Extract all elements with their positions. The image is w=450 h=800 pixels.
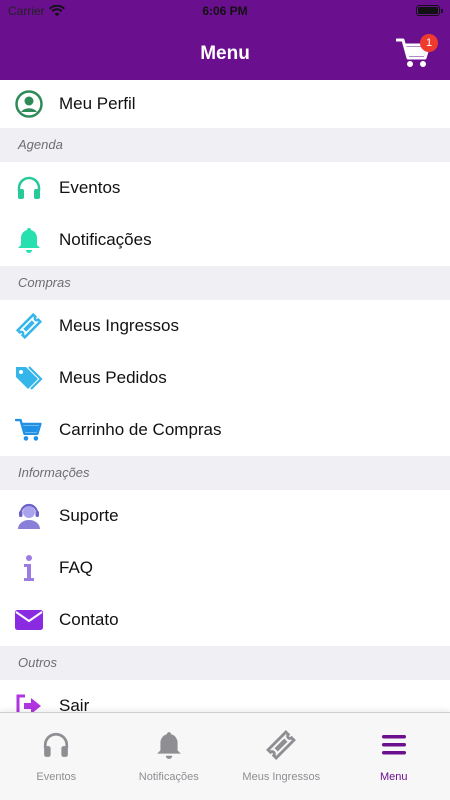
bell-icon xyxy=(153,729,185,761)
status-time: 6:06 PM xyxy=(202,4,248,18)
menu-item-label: Meus Ingressos xyxy=(59,316,179,335)
tags-icon xyxy=(14,363,44,393)
ticket-icon xyxy=(265,729,297,761)
menu-item-label: Suporte xyxy=(59,506,119,525)
cart-badge: 1 xyxy=(420,34,438,52)
nav-bar: Menu 1 xyxy=(0,22,450,80)
ticket-icon xyxy=(14,311,44,341)
menu-item-notificacoes[interactable]: Notificações xyxy=(0,214,450,266)
menu-item-meus-ingressos[interactable]: Meus Ingressos xyxy=(0,300,450,352)
menu-item-meu-perfil[interactable]: Meu Perfil xyxy=(0,80,450,128)
hamburger-icon xyxy=(378,729,410,761)
menu-item-faq[interactable]: FAQ xyxy=(0,542,450,594)
section-header-outros: Outros xyxy=(0,646,450,680)
section-header-informacoes: Informações xyxy=(0,456,450,490)
tab-bar: Eventos Notificações Meus Ingressos Menu xyxy=(0,712,450,800)
tab-label: Notificações xyxy=(138,771,199,783)
menu-item-label: Eventos xyxy=(59,178,121,197)
menu-item-label: Carrinho de Compras xyxy=(59,420,222,439)
cart-button[interactable]: 1 xyxy=(395,34,438,72)
support-agent-icon xyxy=(14,501,44,531)
info-icon xyxy=(14,553,44,583)
envelope-icon xyxy=(14,605,44,635)
headphones-icon xyxy=(14,173,44,203)
tab-eventos[interactable]: Eventos xyxy=(0,713,113,800)
tab-label: Meus Ingressos xyxy=(242,771,321,783)
tab-label: Menu xyxy=(379,771,408,783)
tab-meus-ingressos[interactable]: Meus Ingressos xyxy=(225,713,338,800)
section-header-compras: Compras xyxy=(0,266,450,300)
menu-item-eventos[interactable]: Eventos xyxy=(0,162,450,214)
menu-item-suporte[interactable]: Suporte xyxy=(0,490,450,542)
menu-list: Meu Perfil Agenda Eventos Notificações C… xyxy=(0,80,450,732)
tab-label: Eventos xyxy=(36,771,77,783)
tab-menu[interactable]: Menu xyxy=(338,713,450,800)
page-title: Menu xyxy=(200,43,250,64)
tab-notificacoes[interactable]: Notificações xyxy=(113,713,226,800)
bell-icon xyxy=(14,225,44,255)
battery-icon xyxy=(416,5,443,16)
menu-item-label: Notificações xyxy=(59,230,152,249)
menu-item-label: Contato xyxy=(59,610,119,629)
menu-item-contato[interactable]: Contato xyxy=(0,594,450,646)
menu-item-carrinho-de-compras[interactable]: Carrinho de Compras xyxy=(0,404,450,456)
menu-item-meus-pedidos[interactable]: Meus Pedidos xyxy=(0,352,450,404)
user-circle-icon xyxy=(14,89,44,119)
menu-item-label: FAQ xyxy=(59,558,94,577)
menu-item-label: Meu Perfil xyxy=(59,94,136,113)
status-bar: Carrier 6:06 PM xyxy=(0,0,450,22)
section-header-agenda: Agenda xyxy=(0,128,450,162)
cart-icon xyxy=(14,415,44,445)
menu-item-label: Meus Pedidos xyxy=(59,368,167,387)
headphones-icon xyxy=(40,729,72,761)
